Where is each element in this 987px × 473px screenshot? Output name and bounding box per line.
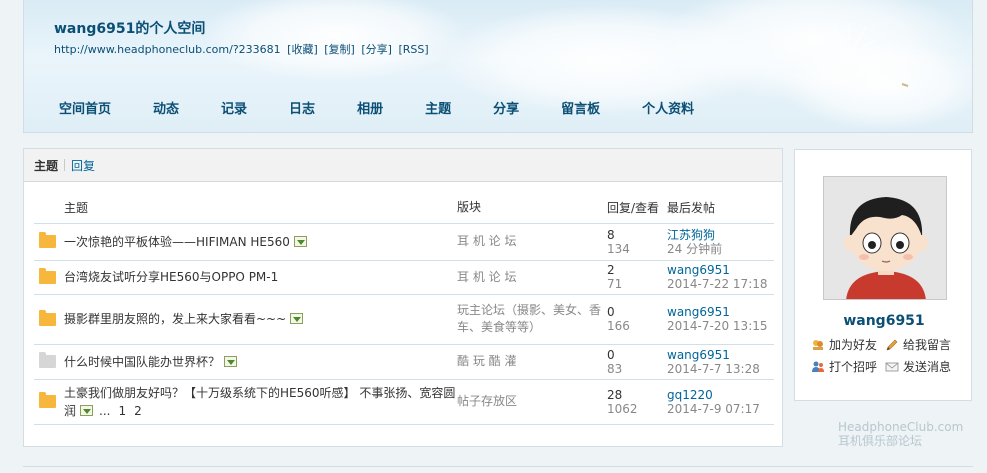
handshake-icon — [813, 339, 823, 350]
last-post-time: 2014-7-9 07:17 — [667, 401, 760, 416]
space-url[interactable]: http://www.headphoneclub.com/?233681 — [54, 43, 281, 56]
nav-guestbook[interactable]: 留言板 — [548, 98, 613, 117]
leave-message-button[interactable]: 给我留言 — [885, 336, 951, 353]
last-post-time: 2014-7-7 13:28 — [667, 361, 760, 376]
pencil-icon — [886, 339, 898, 350]
view-count: 166 — [607, 319, 630, 333]
avatar[interactable] — [823, 176, 947, 300]
bottom-divider — [23, 466, 973, 467]
thread-forum[interactable]: 耳 机 论 坛 — [457, 222, 607, 260]
last-poster[interactable]: 江苏狗狗 — [667, 228, 774, 242]
thread-forum[interactable]: 玩主论坛（摄影、美女、香车、美食等等） — [457, 293, 607, 344]
space-header: wang6951的个人空间 http://www.headphoneclub.c… — [23, 0, 973, 133]
greet-button[interactable]: 打个招呼 — [811, 358, 877, 375]
profile-name[interactable]: wang6951 — [795, 313, 973, 329]
folder-closed-icon — [39, 352, 56, 368]
users-icon — [812, 361, 824, 372]
copy-link[interactable]: [复制] — [324, 43, 355, 56]
thread-title[interactable]: 台湾烧友试听分享HE560与OPPO PM-1 — [64, 270, 278, 284]
view-count: 134 — [607, 241, 630, 256]
view-count: 1062 — [607, 401, 638, 416]
threads-table: 主题 版块 回复/查看 最后发帖 一次惊艳的平板体验——HIFIMAN HE56… — [34, 193, 774, 425]
space-title: wang6951的个人空间 — [54, 21, 206, 37]
last-post-time: 24 分钟前 — [667, 241, 723, 256]
image-attachment-icon — [293, 235, 307, 247]
send-message-button[interactable]: 发送消息 — [885, 358, 951, 375]
reply-count: 0 — [607, 347, 615, 362]
folder-icon — [39, 392, 56, 408]
nav-album[interactable]: 相册 — [344, 98, 396, 117]
add-friend-button[interactable]: 加为好友 — [811, 336, 877, 353]
nav-home[interactable]: 空间首页 — [46, 98, 124, 117]
table-header-row: 主题 版块 回复/查看 最后发帖 — [34, 193, 774, 223]
folder-icon — [39, 309, 56, 326]
thread-title[interactable]: 摄影群里朋友照的，发上来大家看看~~~ — [64, 312, 286, 326]
image-attachment-icon — [80, 404, 94, 416]
thread-forum[interactable]: 酷 玩 酷 灌 — [457, 343, 607, 379]
image-attachment-icon — [224, 355, 238, 367]
reply-count: 8 — [607, 227, 615, 242]
last-poster[interactable]: gq1220 — [667, 388, 774, 402]
cartoon-boy-avatar — [824, 177, 946, 299]
nav-threads[interactable]: 主题 — [412, 98, 464, 117]
profile-card: wang6951 加为好友 给我留言 打个招呼 发送消息 — [794, 149, 972, 401]
space-nav: 空间首页 动态 记录 日志 相册 主题 分享 留言板 个人资料 — [46, 98, 723, 117]
folder-icon — [39, 232, 56, 248]
last-poster[interactable]: wang6951 — [667, 263, 774, 277]
page-ellipsis: ... — [99, 403, 111, 418]
page-link-1[interactable]: 1 — [118, 404, 126, 418]
table-row: 台湾烧友试听分享HE560与OPPO PM-1 耳 机 论 坛 2 71 wang… — [34, 259, 774, 294]
tab-replies[interactable]: 回复 — [71, 157, 95, 174]
thread-forum[interactable]: 帖子存放区 — [457, 378, 607, 425]
last-post-time: 2014-7-22 17:18 — [667, 277, 768, 291]
table-row: 摄影群里朋友照的，发上来大家看看~~~ 玩主论坛（摄影、美女、香车、美食等等） … — [34, 293, 774, 344]
cloud-decoration — [204, 0, 464, 80]
tab-divider — [64, 159, 66, 171]
favorite-link[interactable]: [收藏] — [287, 43, 318, 56]
nav-records[interactable]: 记录 — [208, 98, 260, 117]
last-poster[interactable]: wang6951 — [667, 348, 774, 362]
nav-feed[interactable]: 动态 — [140, 98, 192, 117]
page-link-2[interactable]: 2 — [134, 404, 142, 418]
envelope-icon — [885, 362, 899, 371]
space-url-bar: http://www.headphoneclub.com/?233681 [收藏… — [54, 41, 432, 57]
reply-count: 28 — [607, 387, 623, 402]
nav-blog[interactable]: 日志 — [276, 98, 328, 117]
dandelion-decoration — [818, 23, 909, 89]
header-last-post: 最后发帖 — [667, 200, 716, 215]
folder-icon — [39, 267, 56, 284]
threads-panel: 主题 回复 主题 版块 回复/查看 最后发帖 一次惊艳的平板体验——HIFIMA… — [23, 148, 783, 447]
nav-share[interactable]: 分享 — [480, 98, 532, 117]
table-row: 土豪我们做朋友好吗？【十万级系统下的HE560听感】 不事张扬、宽容圆润... 1… — [34, 378, 774, 425]
reply-count: 2 — [607, 263, 615, 277]
header-topic: 主题 — [64, 201, 89, 216]
tab-bar: 主题 回复 — [24, 149, 782, 182]
thread-title[interactable]: 什么时候中国队能办世界杯？ — [64, 355, 220, 369]
header-count: 回复/查看 — [607, 200, 660, 215]
view-count: 83 — [607, 361, 623, 376]
thread-title[interactable]: 一次惊艳的平板体验——HIFIMAN HE560 — [64, 235, 290, 249]
header-forum: 版块 — [457, 200, 482, 215]
table-row: 一次惊艳的平板体验——HIFIMAN HE560 耳 机 论 坛 8 134 江苏… — [34, 222, 774, 260]
image-attachment-icon — [290, 313, 304, 324]
table-row: 什么时候中国队能办世界杯？ 酷 玩 酷 灌 0 83 wang6951 2014-7… — [34, 343, 774, 379]
last-post-time: 2014-7-20 13:15 — [667, 319, 768, 333]
reply-count: 0 — [607, 305, 615, 319]
rss-link[interactable]: [RSS] — [398, 43, 428, 56]
page-links: ... 1 2 — [99, 404, 142, 418]
thread-forum[interactable]: 耳 机 论 坛 — [457, 259, 607, 294]
share-link[interactable]: [分享] — [361, 43, 392, 56]
nav-profile[interactable]: 个人资料 — [629, 98, 707, 117]
site-watermark: HeadphoneClub.com 耳机俱乐部论坛 — [838, 420, 964, 448]
view-count: 71 — [607, 277, 623, 291]
tab-threads[interactable]: 主题 — [34, 157, 58, 174]
last-poster[interactable]: wang6951 — [667, 305, 774, 319]
